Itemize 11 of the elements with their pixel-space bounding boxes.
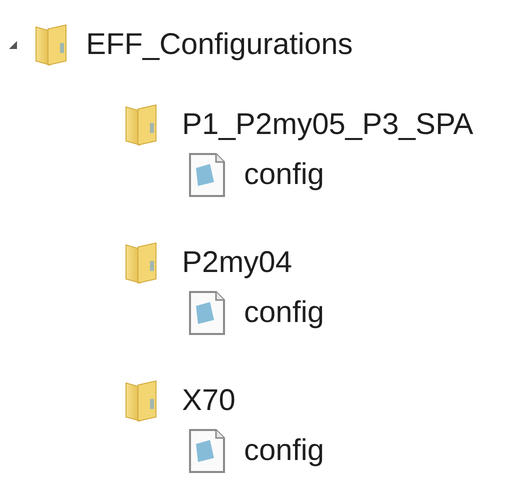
expanded-arrow-icon[interactable] xyxy=(8,40,18,50)
tree-item[interactable]: config xyxy=(244,434,324,468)
tree-item[interactable]: config xyxy=(244,296,324,330)
file-icon xyxy=(188,290,226,336)
tree-item[interactable]: EFF_Configurations xyxy=(86,28,353,62)
tree-item[interactable]: config xyxy=(244,158,324,192)
tree-item[interactable]: X70 xyxy=(182,384,236,418)
file-icon xyxy=(188,428,226,474)
tree-item[interactable]: P1_P2my05_P3_SPA xyxy=(182,108,474,142)
file-icon xyxy=(188,152,226,198)
tree-item[interactable]: P2my04 xyxy=(182,246,292,280)
